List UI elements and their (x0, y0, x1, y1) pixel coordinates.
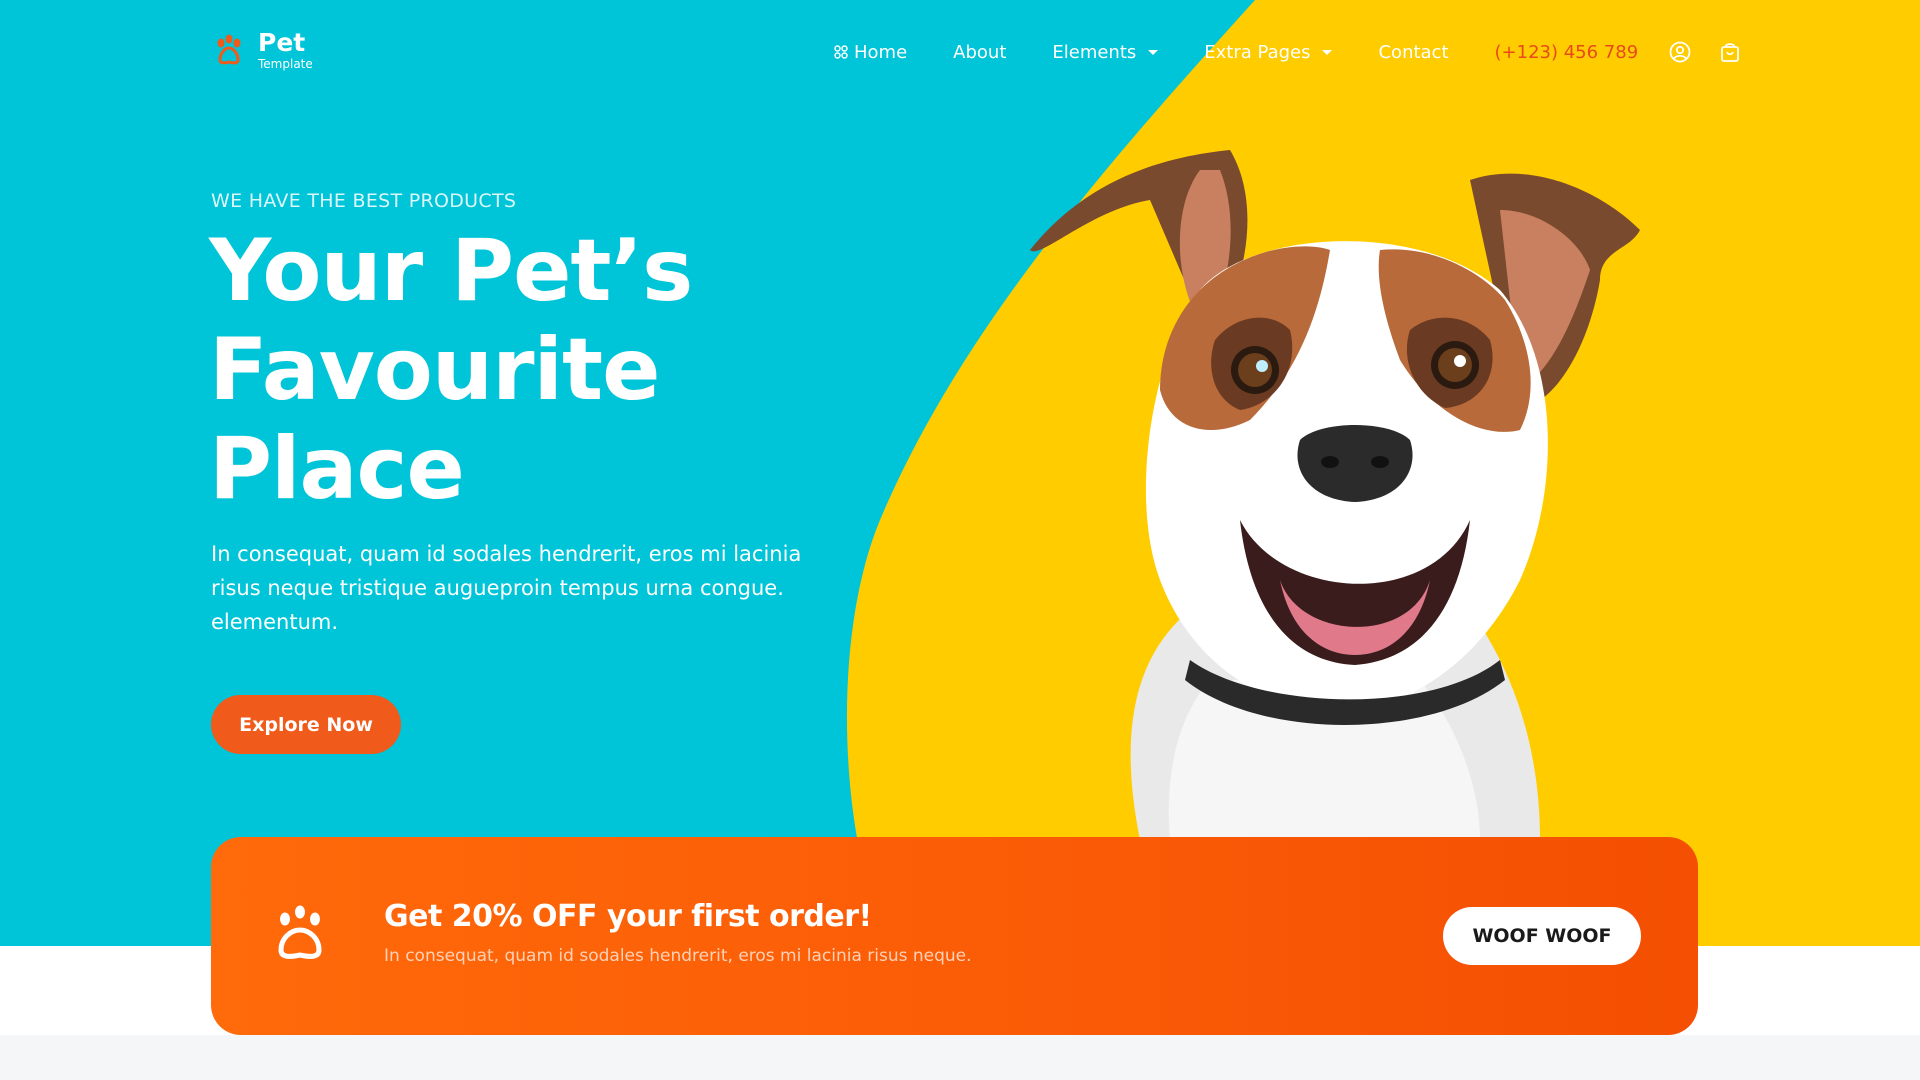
nav-item-elements[interactable]: Elements (1052, 41, 1159, 63)
woof-woof-button[interactable]: WOOF WOOF (1443, 907, 1641, 965)
chevron-down-icon (1322, 49, 1333, 55)
brand-name: Pet (258, 28, 306, 57)
promo-title: Get 20% OFF your first order! (384, 899, 872, 934)
nav-item-home[interactable]: Home (834, 42, 907, 63)
promo-text: In consequat, quam id sodales hendrerit,… (384, 946, 972, 966)
nav-label-about: About (953, 41, 1007, 63)
main-nav: Home About Elements Extra Pages Contact … (834, 40, 1768, 64)
chevron-down-icon (1148, 49, 1159, 55)
hero-lead: In consequat, quam id sodales hendrerit,… (211, 542, 802, 634)
nav-item-contact[interactable]: Contact (1378, 42, 1448, 63)
paw-icon (278, 905, 322, 959)
explore-now-button[interactable]: Explore Now (211, 695, 401, 754)
hero-eyebrow: WE HAVE THE BEST PRODUCTS (211, 190, 517, 212)
grid-icon (834, 45, 848, 59)
promo-banner: Get 20% OFF your first order! In consequ… (211, 837, 1698, 1035)
headline-line-2: Favourite (209, 320, 660, 420)
headline-line-1: Your Pet’s (209, 221, 693, 321)
paw-logo-icon (217, 34, 241, 65)
shopping-bag-icon[interactable] (1718, 40, 1742, 64)
nav-item-extra-pages[interactable]: Extra Pages (1204, 41, 1333, 63)
hero-section: Pet Template Home About Elements Extra P… (0, 0, 1920, 946)
nav-label-elements: Elements (1052, 41, 1137, 63)
nav-label-extra-pages: Extra Pages (1204, 41, 1311, 63)
logo[interactable]: Pet Template (212, 30, 313, 70)
user-icon[interactable] (1668, 40, 1692, 64)
brand-tagline: Template (258, 57, 313, 71)
page-bottom-strip (0, 1035, 1920, 1080)
headline-line-3: Place (209, 419, 465, 519)
nav-item-about[interactable]: About (953, 42, 1006, 63)
phone-link[interactable]: (+123) 456 789 (1495, 42, 1639, 63)
site-header: Pet Template Home About Elements Extra P… (0, 0, 1920, 104)
nav-label-home: Home (854, 41, 908, 63)
dog-photo (1030, 150, 1640, 840)
nav-label-contact: Contact (1378, 41, 1449, 63)
hero-headline: Your Pet’s Favourite Place (209, 222, 829, 519)
